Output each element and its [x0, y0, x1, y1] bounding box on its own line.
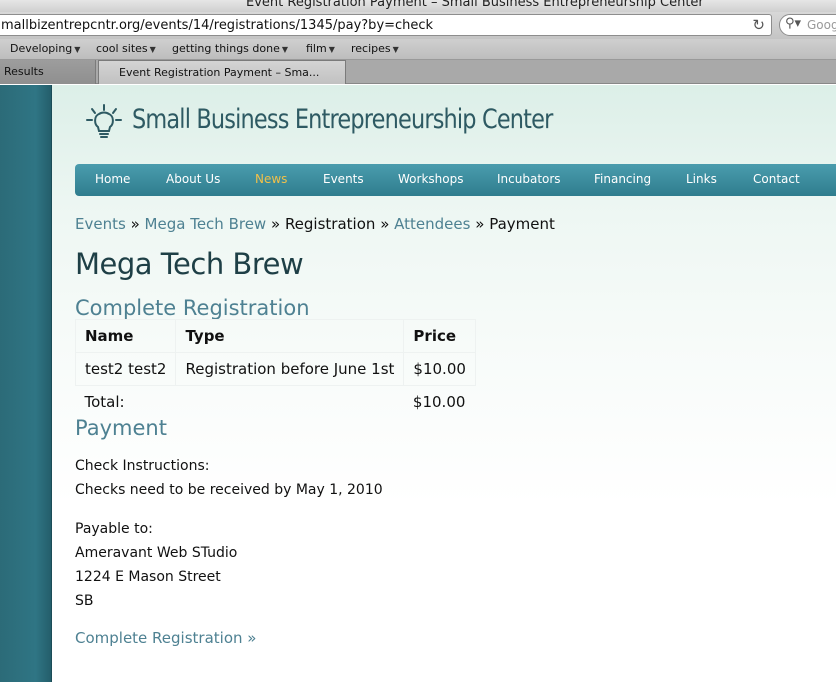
column-header-type: Type	[175, 319, 405, 353]
bookmark-getting-things-done[interactable]: getting things done ▼	[172, 42, 288, 55]
breadcrumb-separator: »	[130, 215, 140, 233]
search-field[interactable]: ⚲▾ Goog	[779, 14, 836, 36]
table-row: test2 test2 Registration before June 1st…	[74, 352, 476, 386]
page-title: Mega Tech Brew	[75, 247, 304, 281]
cell-name: test2 test2	[74, 352, 177, 386]
bookmark-label: recipes	[351, 42, 391, 55]
breadcrumb-separator: »	[380, 215, 390, 233]
nav-links[interactable]: Links	[686, 172, 717, 186]
chevron-down-icon: ▼	[74, 45, 81, 54]
nav-news[interactable]: News	[255, 172, 287, 186]
search-icon: ⚲▾	[785, 16, 802, 31]
nav-workshops[interactable]: Workshops	[398, 172, 463, 186]
payable-label: Payable to:	[75, 521, 153, 537]
breadcrumb-registration: Registration	[284, 215, 376, 233]
lightbulb-icon	[86, 104, 122, 138]
address-toolbar: mallbizentrepcntr.org/events/14/registra…	[0, 12, 836, 39]
breadcrumb-events[interactable]: Events	[75, 215, 126, 233]
payment-heading: Payment	[75, 416, 167, 440]
tab-event-registration-payment[interactable]: Event Registration Payment – Sma...	[98, 60, 346, 84]
payable-line: SB	[75, 593, 94, 609]
bookmark-recipes[interactable]: recipes ▼	[351, 42, 399, 55]
nav-home[interactable]: Home	[95, 172, 130, 186]
bookmark-cool-sites[interactable]: cool sites ▼	[96, 42, 156, 55]
check-instructions-text: Checks need to be received by May 1, 201…	[75, 482, 383, 498]
column-header-name: Name	[74, 319, 177, 353]
url-text[interactable]: mallbizentrepcntr.org/events/14/registra…	[1, 18, 433, 33]
cell-type: Registration before June 1st	[175, 352, 405, 386]
breadcrumb-payment: Payment	[489, 215, 555, 233]
table-total-row: Total: $10.00	[76, 386, 476, 419]
table-header-row: Name Type Price	[74, 319, 476, 353]
window-title: Event Registration Payment – Small Busin…	[246, 0, 704, 10]
cell-price: $10.00	[403, 352, 476, 386]
tab-bar: Results Event Registration Payment – Sma…	[0, 60, 836, 84]
search-placeholder: Goog	[807, 18, 836, 32]
address-bar[interactable]: mallbizentrepcntr.org/events/14/registra…	[0, 14, 772, 36]
nav-financing[interactable]: Financing	[594, 172, 651, 186]
breadcrumb-mega-tech-brew[interactable]: Mega Tech Brew	[145, 215, 267, 233]
bookmark-label: cool sites	[96, 42, 148, 55]
check-instructions: Check Instructions: Checks need to be re…	[75, 454, 383, 502]
chevron-down-icon: ▼	[328, 45, 335, 54]
breadcrumb-separator: »	[270, 215, 281, 233]
total-value: $10.00	[412, 393, 466, 412]
bookmarks-bar: Developing ▼ cool sites ▼ getting things d…	[0, 39, 836, 60]
nav-incubators[interactable]: Incubators	[497, 172, 561, 186]
reload-icon[interactable]: ↻	[752, 16, 765, 34]
bookmark-label: film	[306, 42, 327, 55]
site-title[interactable]: Small Business Entrepreneurship Center	[132, 104, 553, 135]
nav-about-us[interactable]: About Us	[166, 172, 220, 186]
column-header-price: Price	[403, 319, 476, 353]
complete-registration-link[interactable]: Complete Registration »	[75, 629, 256, 647]
payable-line: 1224 E Mason Street	[75, 569, 221, 585]
breadcrumb-attendees[interactable]: Attendees	[394, 215, 470, 233]
bookmark-film[interactable]: film ▼	[306, 42, 335, 55]
chevron-down-icon: ▼	[281, 45, 289, 54]
payable-line: Ameravant Web STudio	[75, 545, 238, 561]
registration-table: Name Type Price test2 test2 Registration…	[74, 319, 476, 419]
payable-to: Payable to: Ameravant Web STudio 1224 E …	[75, 517, 237, 613]
check-instructions-label: Check Instructions:	[75, 458, 210, 474]
tab-results[interactable]: Results	[0, 60, 96, 84]
bookmark-developing[interactable]: Developing ▼	[10, 42, 80, 55]
total-spacer	[176, 386, 404, 419]
breadcrumb: Events » Mega Tech Brew » Registration »…	[75, 215, 555, 233]
bookmark-label: Developing	[10, 42, 73, 55]
bookmark-label: getting things done	[172, 42, 280, 55]
chevron-down-icon: ▼	[392, 45, 399, 54]
nav-events[interactable]: Events	[323, 172, 364, 186]
breadcrumb-separator: »	[475, 215, 485, 233]
main-nav: Home About Us News Events Workshops Incu…	[75, 164, 836, 196]
window-titlebar: Event Registration Payment – Small Busin…	[0, 0, 836, 12]
complete-registration-heading: Complete Registration	[75, 296, 310, 320]
page-content: Small Business Entrepreneurship Center H…	[52, 85, 836, 682]
chevron-down-icon: ▼	[149, 45, 156, 54]
nav-contact[interactable]: Contact	[753, 172, 800, 186]
total-label: Total:	[84, 393, 125, 412]
page-sidebar	[0, 85, 52, 682]
